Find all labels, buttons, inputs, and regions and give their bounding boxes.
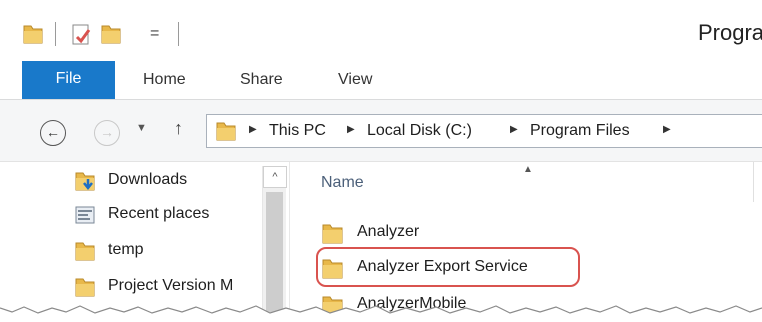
address-bar[interactable]: ▶ This PC ▶ Local Disk (C:) ▶ Program Fi… bbox=[206, 114, 762, 148]
tab-file[interactable]: File bbox=[22, 61, 115, 99]
new-folder-icon[interactable] bbox=[100, 22, 122, 46]
file-name: Analyzer Export Service bbox=[357, 258, 528, 275]
column-header-name[interactable]: Name bbox=[321, 174, 364, 192]
folder-icon bbox=[322, 259, 343, 279]
nav-pane-scrollbar[interactable]: ^ bbox=[262, 166, 287, 316]
breadcrumb-local-disk[interactable]: Local Disk (C:) bbox=[367, 122, 472, 140]
breadcrumb-chevron-icon[interactable]: ▶ bbox=[663, 124, 671, 135]
folder-icon bbox=[322, 224, 343, 244]
column-divider[interactable] bbox=[753, 162, 754, 202]
breadcrumb-chevron-icon[interactable]: ▶ bbox=[510, 124, 518, 135]
recent-places-icon bbox=[75, 206, 95, 224]
window-title: Progra bbox=[698, 20, 762, 45]
downloads-folder-icon bbox=[75, 172, 95, 191]
breadcrumb-chevron-icon[interactable]: ▶ bbox=[249, 124, 257, 135]
torn-edge-decoration bbox=[0, 305, 762, 322]
title-bar: = Progra bbox=[0, 0, 762, 60]
tab-share[interactable]: Share bbox=[240, 60, 283, 100]
breadcrumb-program-files[interactable]: Program Files bbox=[530, 122, 630, 140]
recent-locations-icon[interactable]: ▼ bbox=[136, 122, 147, 134]
sidebar-item-label: Downloads bbox=[108, 171, 188, 188]
tab-home[interactable]: Home bbox=[143, 60, 186, 100]
navigation-pane: Downloads Recent places temp Project Ver… bbox=[0, 162, 290, 322]
properties-icon[interactable] bbox=[70, 22, 94, 46]
breadcrumb-chevron-icon[interactable]: ▶ bbox=[347, 124, 355, 135]
explorer-window: = Progra File Home Share View ← → ▼ ↑ ▶ … bbox=[0, 0, 762, 322]
sidebar-item-label: Project Version M bbox=[108, 277, 234, 294]
file-name: Analyzer bbox=[357, 223, 420, 240]
folder-icon bbox=[216, 122, 236, 141]
breadcrumb-this-pc[interactable]: This PC bbox=[269, 122, 326, 140]
tab-view[interactable]: View bbox=[338, 60, 372, 100]
ribbon-tabs: File Home Share View bbox=[0, 60, 762, 100]
up-button[interactable]: ↑ bbox=[174, 118, 183, 139]
toolbar-separator bbox=[55, 22, 56, 46]
scroll-thumb[interactable] bbox=[266, 192, 283, 312]
back-button[interactable]: ← bbox=[40, 120, 66, 146]
navigation-bar: ← → ▼ ↑ ▶ This PC ▶ Local Disk (C:) ▶ Pr… bbox=[0, 100, 762, 162]
sidebar-item-label: temp bbox=[108, 241, 144, 258]
scroll-up-button[interactable]: ^ bbox=[263, 166, 287, 188]
forward-button[interactable]: → bbox=[94, 120, 120, 146]
sidebar-item-label: Recent places bbox=[108, 205, 210, 222]
folder-icon bbox=[75, 278, 95, 297]
folder-icon bbox=[75, 242, 95, 261]
sort-ascending-icon: ▲ bbox=[523, 164, 533, 175]
customize-quick-access-icon[interactable]: = bbox=[150, 22, 159, 46]
folder-icon[interactable] bbox=[22, 22, 44, 46]
file-list: ▲ Name Analyzer Analyzer Export Service … bbox=[291, 162, 762, 322]
toolbar-separator bbox=[178, 22, 179, 46]
